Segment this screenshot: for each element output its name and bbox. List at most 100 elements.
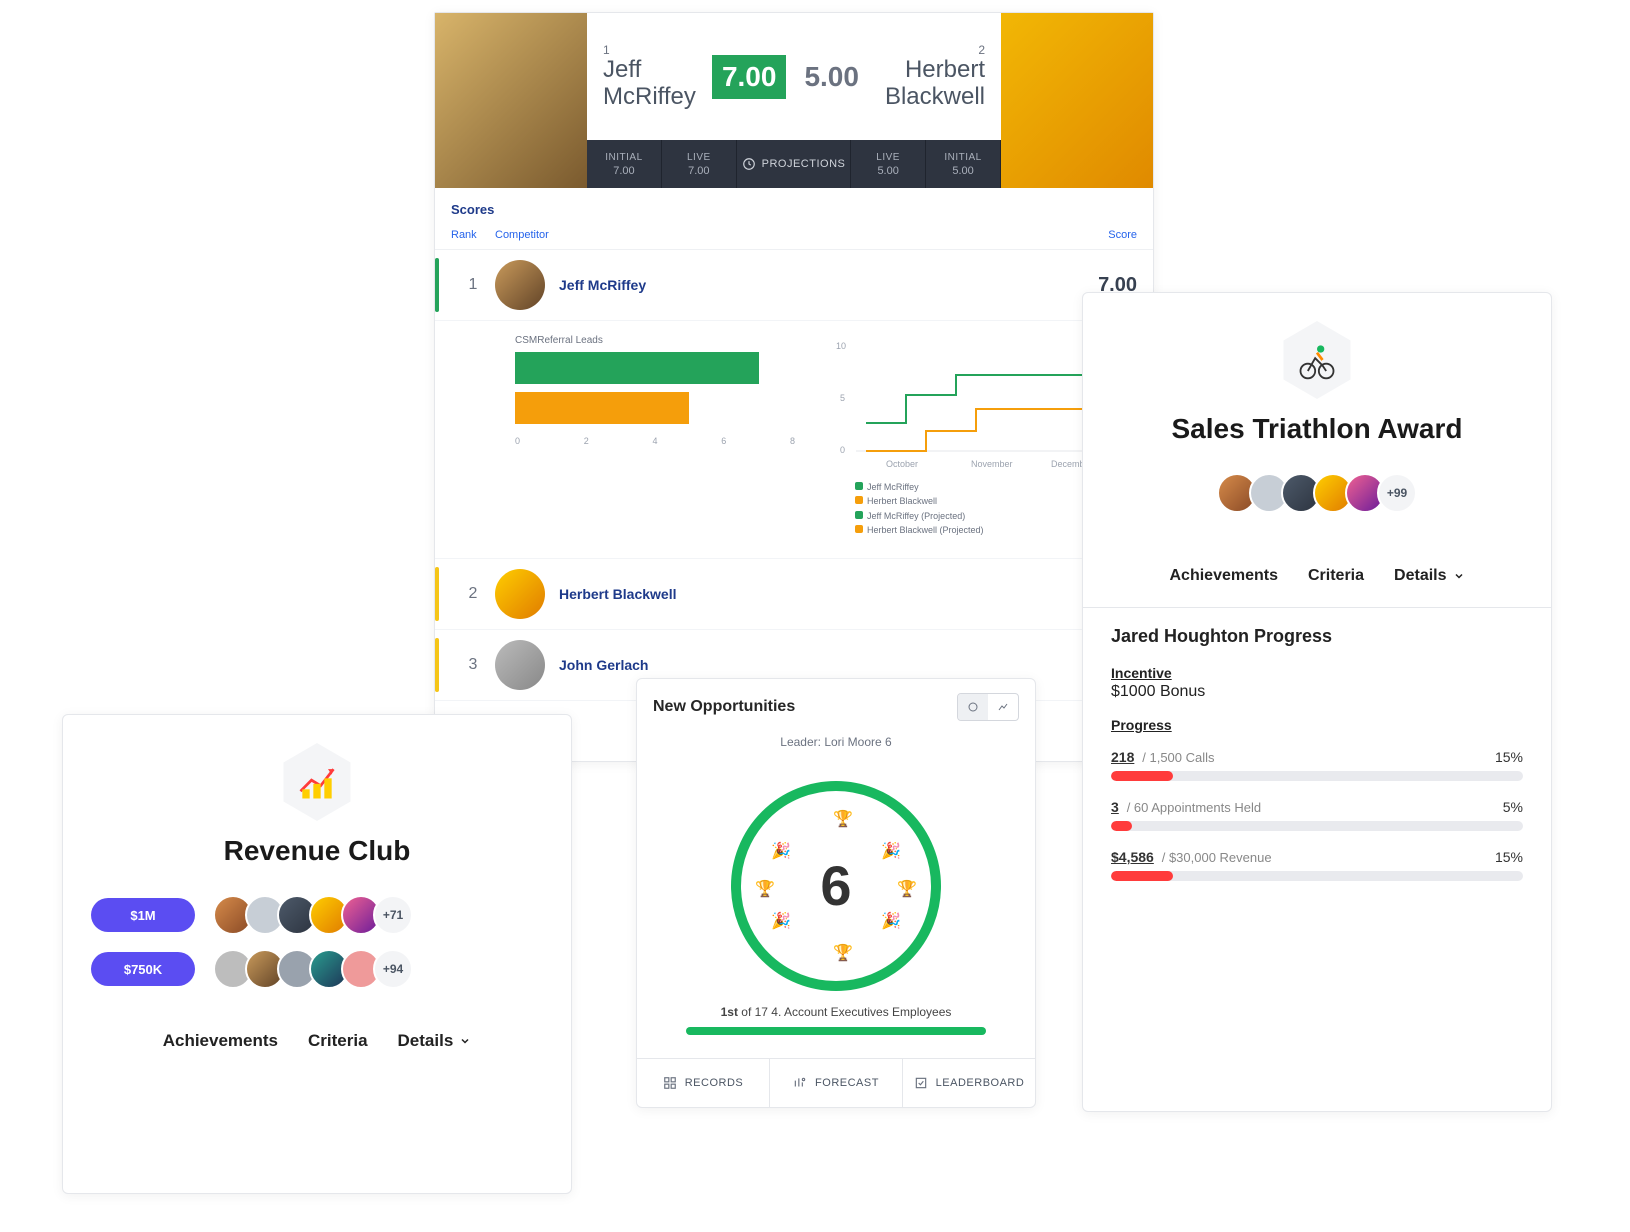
avatar — [495, 569, 545, 619]
tab-achievements[interactable]: Achievements — [163, 1031, 278, 1051]
bar-jeff — [515, 352, 759, 384]
ring-value: 6 — [820, 853, 851, 918]
circle-icon — [967, 701, 979, 713]
col-score[interactable]: Score — [1067, 229, 1137, 241]
matchup-tab-projections[interactable]: PROJECTIONS — [737, 140, 851, 188]
svg-text:5: 5 — [840, 393, 845, 403]
tier-row-750k: $750K +94 — [91, 949, 543, 989]
ring-wrap: 6 🏆 🎉 🎉 🎉 🎉 🏆 🏆 🏆 1st of 17 4. Account E… — [637, 757, 1035, 1058]
avatar — [495, 640, 545, 690]
bar-axis: 0 2 4 6 8 — [515, 436, 795, 446]
row-name: John Gerlach — [559, 657, 1067, 673]
chevron-down-icon — [459, 1035, 471, 1047]
metric-bar — [1111, 821, 1523, 831]
tab-achievements[interactable]: Achievements — [1170, 567, 1279, 585]
metric-bar — [1111, 771, 1523, 781]
matchup-tab-initial-right[interactable]: INITIAL 5.00 — [926, 140, 1001, 188]
row-expanded: CSMReferral Leads 0 2 4 6 8 10 5 0 — [435, 321, 1153, 559]
col-competitor[interactable]: Competitor — [495, 229, 1067, 241]
revenue-club-card: Revenue Club $1M +71 $750K +94 Achieveme… — [62, 714, 572, 1194]
row-accent — [435, 567, 439, 621]
avatar-more[interactable]: +71 — [373, 895, 413, 935]
trophy-icon: 🏆 — [833, 809, 853, 829]
tab-details[interactable]: Details — [398, 1031, 472, 1051]
party-icon: 🎉 — [881, 911, 901, 931]
opps-title: New Opportunities — [653, 698, 795, 716]
competitor-first: Jeff — [603, 57, 696, 83]
x-label-nov: November — [971, 459, 1013, 469]
score-pair: 7.00 5.00 — [712, 55, 869, 99]
triathlon-title: Sales Triathlon Award — [1172, 413, 1463, 445]
avatar-more[interactable]: +94 — [373, 949, 413, 989]
opps-header: New Opportunities — [637, 679, 1035, 725]
incentive-label: Incentive — [1111, 665, 1523, 681]
incentive-block: Incentive $1000 Bonus — [1111, 665, 1523, 701]
score-right: 5.00 — [794, 55, 869, 99]
matchup-mid: 1 Jeff McRiffey 7.00 5.00 2 Herbert Blac… — [587, 13, 1001, 188]
row-rank: 2 — [451, 585, 495, 603]
bar-chart-label: CSMReferral Leads — [515, 335, 795, 346]
progress-label-block: Progress — [1111, 717, 1523, 733]
score-left: 7.00 — [712, 55, 787, 99]
sales-triathlon-card: Sales Triathlon Award +99 Achievements C… — [1082, 292, 1552, 1112]
grid-icon — [663, 1076, 677, 1090]
rank-line: 1st of 17 4. Account Executives Employee… — [721, 1005, 952, 1019]
row-name: Jeff McRiffey — [559, 277, 1067, 293]
bar-chart: CSMReferral Leads 0 2 4 6 8 — [515, 335, 795, 538]
tier-pill-1m[interactable]: $1M — [91, 898, 195, 932]
metric-appointments: 3 / 60 Appointments Held 5% — [1111, 799, 1523, 831]
incentive-value: $1000 Bonus — [1111, 683, 1523, 701]
table-row[interactable]: 1 Jeff McRiffey 7.00 — [435, 250, 1153, 321]
x-label-oct: October — [886, 459, 918, 469]
avatar-strip: +94 — [213, 949, 413, 989]
tier-row-1m: $1M +71 — [91, 895, 543, 935]
metric-pct: 15% — [1495, 749, 1523, 765]
competitor-name-right: 2 Herbert Blackwell — [885, 43, 985, 110]
line-chart-icon — [997, 701, 1009, 713]
rank-progress-bar — [686, 1027, 986, 1035]
view-chart-button[interactable] — [988, 694, 1018, 720]
scores-card: 1 Jeff McRiffey 7.00 5.00 2 Herbert Blac… — [434, 12, 1154, 762]
avatar — [495, 260, 545, 310]
col-rank[interactable]: Rank — [451, 229, 495, 241]
competitor-name-left: 1 Jeff McRiffey — [603, 43, 696, 110]
matchup-tab-live-left[interactable]: LIVE 7.00 — [662, 140, 737, 188]
tab-criteria[interactable]: Criteria — [308, 1031, 368, 1051]
tab-criteria[interactable]: Criteria — [1308, 567, 1364, 585]
svg-text:10: 10 — [836, 341, 846, 351]
leaderboard-button[interactable]: LEADERBOARD — [903, 1059, 1035, 1107]
scores-section-title: Scores — [435, 188, 1153, 223]
records-button[interactable]: RECORDS — [637, 1059, 770, 1107]
row-accent — [435, 258, 439, 312]
row-rank: 1 — [451, 276, 495, 294]
leaderboard-icon — [914, 1076, 928, 1090]
forecast-button[interactable]: FORECAST — [770, 1059, 903, 1107]
row-accent — [435, 638, 439, 692]
chevron-down-icon — [1453, 570, 1465, 582]
competitor-first: Herbert — [885, 57, 985, 83]
avatar-more[interactable]: +99 — [1377, 473, 1417, 513]
competitor-rank-sup: 1 — [603, 43, 696, 57]
svg-text:0: 0 — [840, 445, 845, 455]
forecast-icon — [793, 1076, 807, 1090]
metric-calls: 218 / 1,500 Calls 15% — [1111, 749, 1523, 781]
tab-details[interactable]: Details — [1394, 567, 1464, 585]
matchup-header: 1 Jeff McRiffey 7.00 5.00 2 Herbert Blac… — [435, 13, 1153, 188]
cyclist-icon — [1295, 338, 1339, 382]
competitor-last: Blackwell — [885, 84, 985, 110]
progress-ring: 6 🏆 🎉 🎉 🎉 🎉 🏆 🏆 🏆 — [731, 781, 941, 991]
view-ring-button[interactable] — [958, 694, 988, 720]
competitor-rank-sup: 2 — [885, 43, 985, 57]
matchup-tab-live-right[interactable]: LIVE 5.00 — [851, 140, 926, 188]
avatar-strip: +71 — [213, 895, 413, 935]
opps-footer: RECORDS FORECAST LEADERBOARD — [637, 1058, 1035, 1107]
competitor-last: McRiffey — [603, 84, 696, 110]
row-rank: 3 — [451, 656, 495, 674]
tier-pill-750k[interactable]: $750K — [91, 952, 195, 986]
matchup-tab-initial-left[interactable]: INITIAL 7.00 — [587, 140, 662, 188]
row-name: Herbert Blackwell — [559, 586, 1067, 602]
table-row[interactable]: 2 Herbert Blackwell 5. — [435, 559, 1153, 630]
metric-bar — [1111, 871, 1523, 881]
competitor-photo-right — [1001, 13, 1153, 188]
avatar-strip: +99 — [1217, 473, 1417, 513]
